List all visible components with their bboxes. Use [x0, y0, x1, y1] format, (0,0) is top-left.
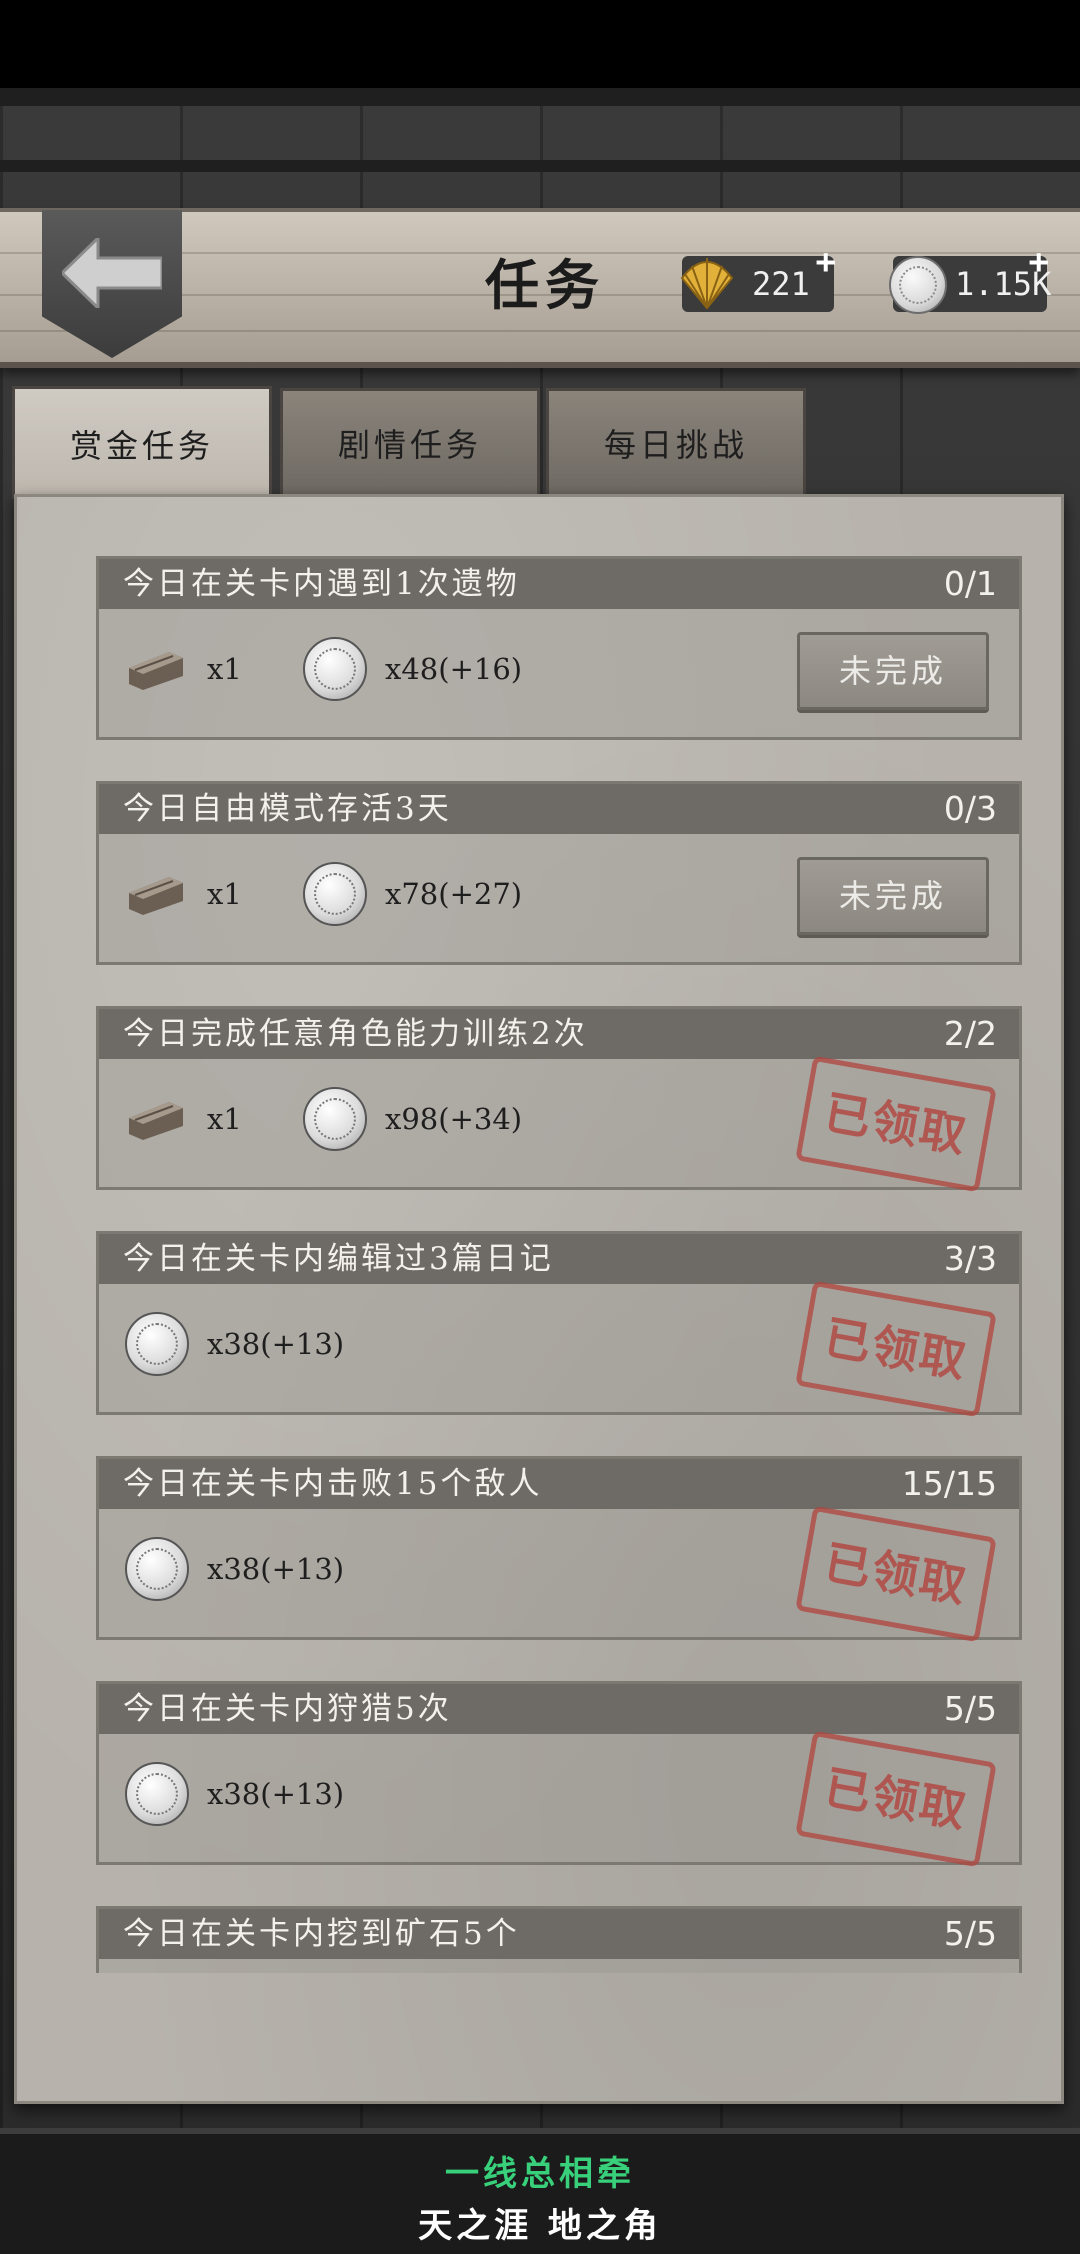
task-name: 今日在关卡内狩猎5次 [123, 1691, 452, 1727]
task-header: 今日在关卡内编辑过3篇日记 3/3 [99, 1234, 1019, 1284]
tab-label: 赏金任务 [69, 427, 214, 465]
tab-daily[interactable]: 每日挑战 [546, 388, 806, 495]
shell-icon [680, 258, 734, 310]
wood-reward: x1 [125, 864, 242, 924]
task-card: 今日在关卡内狩猎5次 5/5 x38(+13) 已领取 [96, 1681, 1022, 1868]
shell-count: 221 [752, 265, 810, 303]
coin-icon [889, 256, 947, 314]
coin-reward: x38(+13) [125, 1537, 345, 1601]
incomplete-button[interactable]: 未完成 [797, 857, 989, 935]
task-progress: 15/15 [901, 1464, 997, 1503]
task-name: 今日完成任意角色能力训练2次 [123, 1016, 588, 1052]
task-header: 今日自由模式存活3天 0/3 [99, 784, 1019, 834]
task-list-panel[interactable]: 今日在关卡内遇到1次遗物 0/1 x1 x48(+16) 未完成 今日自由模式存… [14, 494, 1064, 2104]
coin-reward: x48(+16) [303, 637, 523, 701]
coin-reward: x38(+13) [125, 1762, 345, 1826]
wood-reward: x1 [125, 639, 242, 699]
task-card: 今日完成任意角色能力训练2次 2/2 x1 x98(+34) 已领取 [96, 1006, 1022, 1193]
tab-label: 剧情任务 [337, 426, 482, 464]
coin-reward: x78(+27) [303, 862, 523, 926]
subtitle-line-2: 天之涯 地之角 [418, 2206, 662, 2246]
status-bar [0, 0, 1080, 88]
coin-amount: x48(+16) [385, 652, 523, 686]
wood-amount: x1 [207, 1102, 242, 1136]
coin-amount: x38(+13) [207, 1777, 345, 1811]
task-card: 今日自由模式存活3天 0/3 x1 x78(+27) 未完成 [96, 781, 1022, 965]
wood-plank-icon [129, 877, 183, 915]
wood-amount: x1 [207, 652, 242, 686]
task-header: 今日在关卡内遇到1次遗物 0/1 [99, 559, 1019, 609]
coin-icon [125, 1762, 189, 1826]
coin-icon [303, 1087, 367, 1151]
tab-bounty[interactable]: 赏金任务 [12, 386, 272, 499]
task-progress: 0/3 [943, 789, 997, 828]
coin-amount: x98(+34) [385, 1102, 523, 1136]
coin-amount: x38(+13) [207, 1327, 345, 1361]
add-coins-icon[interactable]: + [1029, 234, 1049, 290]
task-name: 今日在关卡内击败15个敌人 [123, 1466, 543, 1502]
subtitle-line-1: 一线总相牵 [445, 2154, 635, 2194]
coin-amount: x78(+27) [385, 877, 523, 911]
coin-icon [125, 1537, 189, 1601]
claimed-stamp: 已领取 [795, 1055, 997, 1193]
task-progress: 5/5 [943, 1914, 997, 1953]
tab-story[interactable]: 剧情任务 [280, 388, 540, 495]
wood-amount: x1 [207, 877, 242, 911]
coin-reward: x38(+13) [125, 1312, 345, 1376]
claimed-stamp: 已领取 [795, 1280, 997, 1418]
task-name: 今日自由模式存活3天 [123, 791, 452, 827]
wood-band [0, 160, 1080, 172]
task-header: 今日在关卡内狩猎5次 5/5 [99, 1684, 1019, 1734]
task-card: 今日在关卡内击败15个敌人 15/15 x38(+13) 已领取 [96, 1456, 1022, 1643]
wood-reward: x1 [125, 1089, 242, 1149]
wood-plank-icon [129, 1102, 183, 1140]
task-header: 今日在关卡内击败15个敌人 15/15 [99, 1459, 1019, 1509]
task-card: 今日在关卡内挖到矿石5个 5/5 [96, 1906, 1022, 1973]
task-progress: 3/3 [943, 1239, 997, 1278]
coin-amount: x38(+13) [207, 1552, 345, 1586]
coin-reward: x98(+34) [303, 1087, 523, 1151]
task-card: 今日在关卡内遇到1次遗物 0/1 x1 x48(+16) 未完成 [96, 556, 1022, 740]
task-progress: 0/1 [943, 564, 997, 603]
shell-currency[interactable]: 221 + [680, 242, 836, 312]
back-arrow-icon [62, 238, 162, 308]
wood-plank-icon [129, 652, 183, 690]
coin-currency[interactable]: 1.15K + [889, 242, 1051, 314]
incomplete-button[interactable]: 未完成 [797, 632, 989, 710]
task-progress: 5/5 [943, 1689, 997, 1728]
task-header: 今日在关卡内挖到矿石5个 5/5 [99, 1909, 1019, 1959]
task-name: 今日在关卡内挖到矿石5个 [123, 1916, 520, 1952]
claimed-stamp: 已领取 [795, 1505, 997, 1643]
task-card: 今日在关卡内编辑过3篇日记 3/3 x38(+13) 已领取 [96, 1231, 1022, 1418]
task-progress: 2/2 [943, 1014, 997, 1053]
coin-icon [303, 862, 367, 926]
page-title: 任务 [485, 253, 605, 317]
coin-icon [303, 637, 367, 701]
tab-label: 每日挑战 [603, 426, 748, 464]
task-name: 今日在关卡内编辑过3篇日记 [123, 1241, 554, 1277]
coin-icon [125, 1312, 189, 1376]
task-name: 今日在关卡内遇到1次遗物 [123, 566, 520, 602]
add-shells-icon[interactable]: + [816, 234, 836, 290]
task-header: 今日完成任意角色能力训练2次 2/2 [99, 1009, 1019, 1059]
claimed-stamp: 已领取 [795, 1730, 997, 1868]
wood-band [0, 88, 1080, 106]
